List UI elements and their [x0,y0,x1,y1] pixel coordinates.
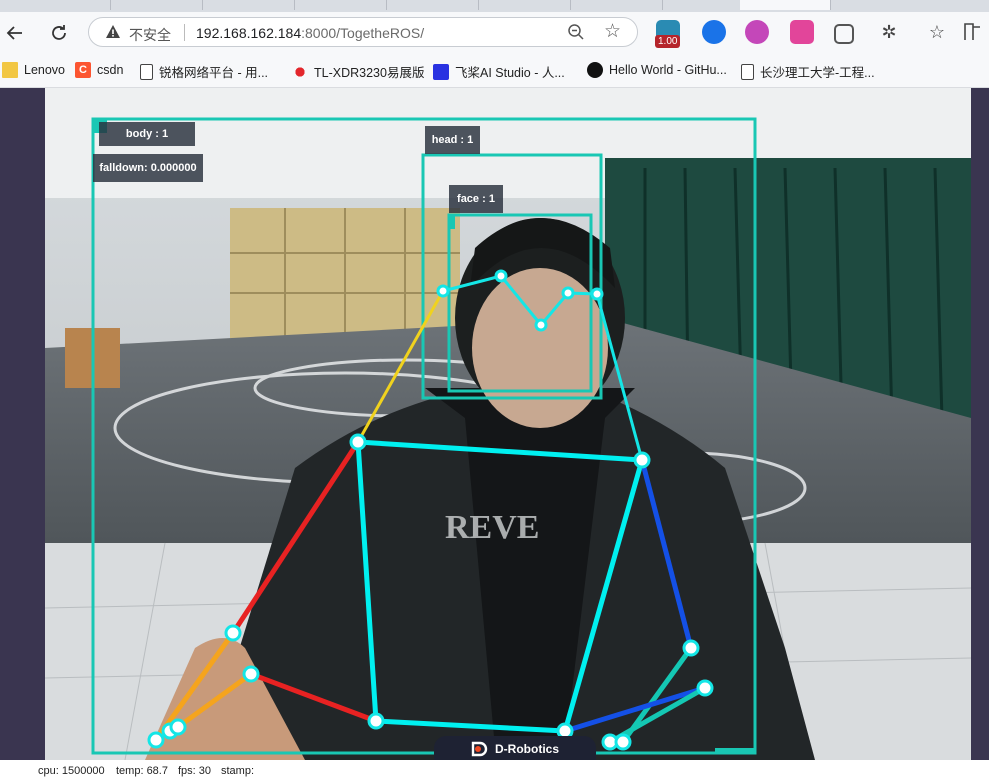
skeleton-line-ear-shoulder [356,290,445,443]
bookmark-label: csdn [97,63,124,77]
bookmark-paddle[interactable]: 飞桨AI Studio - 人... [433,62,565,81]
csdn-icon: C [75,62,91,78]
keypoint [349,433,367,451]
tab[interactable] [20,0,111,10]
body-bbox-corner [715,748,755,754]
extension-icon[interactable] [745,20,769,44]
page-icon [140,63,153,80]
tab[interactable] [112,0,203,10]
back-button[interactable] [2,20,28,46]
tab[interactable] [572,0,663,10]
tab-strip [0,0,989,12]
zoom-icon[interactable] [567,23,585,41]
extensions-puzzle-icon[interactable]: ✲ [877,20,901,44]
bookmark-label: 锐格网络平台 - 用... [159,66,269,80]
keypoint [224,624,242,642]
skeleton-right-hip-link [250,671,377,724]
extension-icon[interactable] [790,20,814,44]
skeleton-right-upper-arm [230,440,361,635]
bookmark-ruige[interactable]: 锐格网络平台 - 用... [140,62,268,81]
keypoint [696,679,714,697]
keypoint [242,665,260,683]
fps-readout: fps: 30 [178,765,212,777]
tab[interactable] [204,0,295,10]
tab[interactable] [388,0,479,10]
head-label: head : 1 [425,126,480,154]
bookmarks-bar: Lenovo Ccsdn 锐格网络平台 - 用... TL-XDR3230易展版… [0,54,989,88]
temp-readout: temp: 68.7 [116,765,168,777]
keypoint [561,286,575,300]
tab[interactable] [296,0,387,10]
url-text[interactable]: 192.168.162.184:8000/TogetheROS/ [196,25,424,41]
profile-icon[interactable] [962,20,988,44]
skeleton-torso [355,439,646,734]
skeleton-right-hand [176,671,253,730]
keypoint [147,731,165,749]
github-icon [587,62,603,78]
keypoint [494,269,508,283]
stamp-readout: stamp: [221,765,255,777]
folder-icon [2,62,18,78]
body-label: body : 1 [99,122,195,146]
keypoint [633,451,651,469]
bookmark-csdn[interactable]: Ccsdn [75,62,123,78]
extension-icon[interactable] [702,20,726,44]
keypoint [367,712,385,730]
d-robotics-logo-icon [471,741,488,757]
face-bbox [447,213,593,393]
star-icon[interactable]: ☆ [604,20,621,43]
browser-toolbar: 不安全 192.168.162.184:8000/TogetheROS/ ☆ ✲… [0,12,989,54]
reload-button[interactable] [46,20,72,46]
bookmark-tl-xdr[interactable]: TL-XDR3230易展版 [292,62,424,81]
security-label[interactable]: 不安全 [129,25,171,45]
d-robotics-logo: D-Robotics [434,736,596,762]
detection-overlay [91,117,757,755]
address-bar[interactable]: 不安全 192.168.162.184:8000/TogetheROS/ ☆ [88,17,638,47]
arrow-left-icon [6,26,22,40]
warning-icon[interactable] [105,24,121,40]
extension-badge: 1.00 [655,35,681,48]
url-host: 192.168.162.184 [196,25,302,41]
page-content: REVE body: 1 falldown: 0.000000 head: … [0,88,989,782]
tab[interactable] [480,0,571,10]
skeleton-face-mesh [442,274,598,328]
bookmark-label: Hello World - GitHu... [609,63,727,77]
reload-icon [52,25,66,40]
collections-icon[interactable] [834,24,854,44]
keypoint [436,284,450,298]
skeleton-line-ear-shoulder [595,293,644,461]
page-icon [741,63,754,80]
keypoint [169,718,187,736]
bookmark-csust[interactable]: 长沙理工大学-工程... [741,62,875,81]
skeleton-left-upper-arm [639,459,694,649]
bookmark-github[interactable]: Hello World - GitHu... [587,62,727,78]
bookmark-lenovo[interactable]: Lenovo [2,62,65,78]
divider [184,24,185,41]
bookmark-label: Lenovo [24,63,66,77]
bookmark-label: 飞桨AI Studio - 人... [455,66,565,80]
paddle-icon [433,63,449,80]
keypoint [534,318,548,332]
face-label: face : 1 [449,185,503,213]
status-bar: cpu: 1500000 temp: 68.7 fps: 30 stamp: [0,760,989,782]
huawei-icon [292,63,308,80]
url-path: :8000/TogetheROS/ [301,25,425,41]
face-bbox-corner [449,215,455,229]
camera-feed: REVE body: 1 falldown: 0.000000 head: … [45,88,971,760]
falldown-label: falldown: 0.000000 [93,154,203,182]
brand-label: D-Robotics [495,742,559,756]
favorites-icon[interactable]: ☆ [925,20,949,44]
bookmark-label: 长沙理工大学-工程... [760,66,875,80]
bookmark-label: TL-XDR3230易展版 [314,66,425,80]
tab-active[interactable] [740,0,831,10]
keypoint [682,639,700,657]
keypoint [590,287,604,301]
cpu-readout: cpu: 1500000 [38,765,105,777]
keypoint [614,733,632,751]
